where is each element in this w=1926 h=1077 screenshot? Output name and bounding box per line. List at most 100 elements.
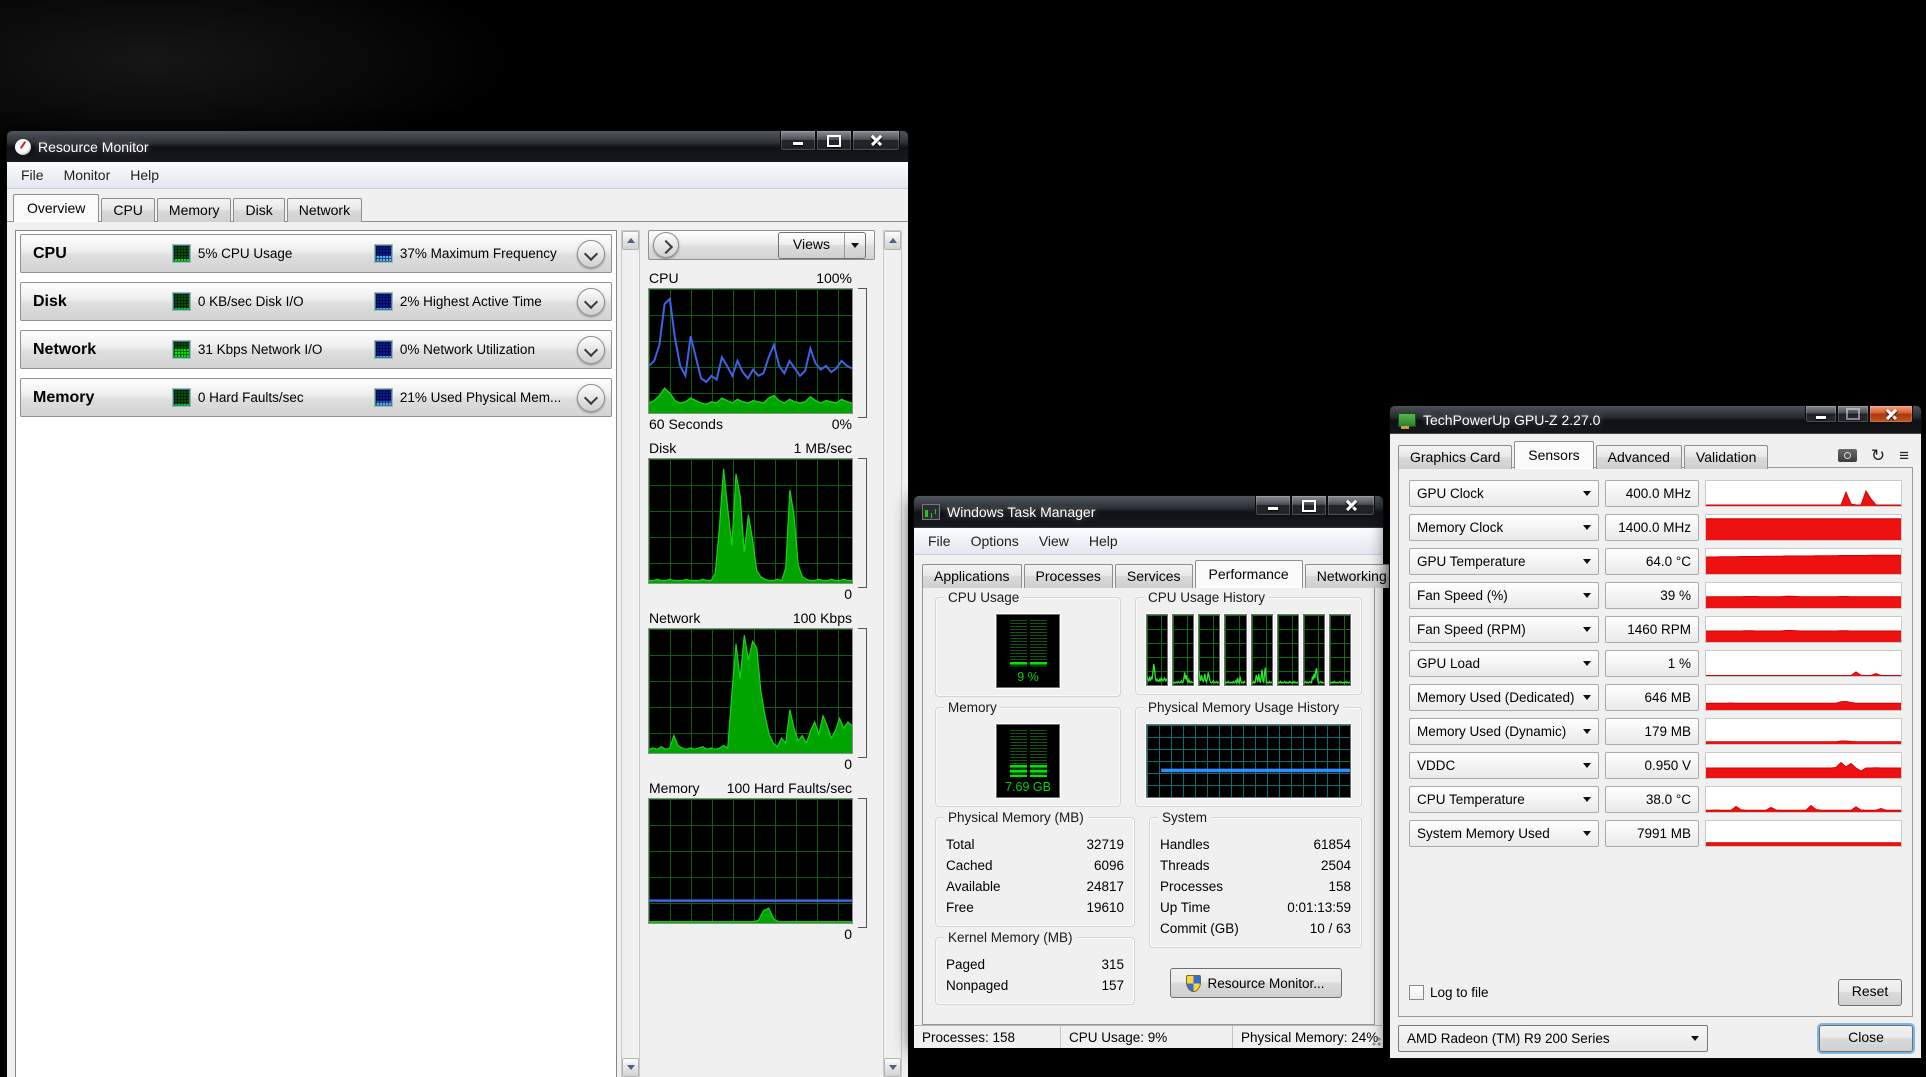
tm-maximize-button[interactable] (1291, 496, 1327, 516)
rm-tabstrip: Overview CPU Memory Disk Network (7, 189, 908, 222)
rm-network-graph-scale-bottom: 0 (844, 756, 852, 772)
rm-left-scroll-down-button[interactable] (622, 1058, 639, 1077)
dropdown-arrow-icon (851, 243, 859, 248)
rm-tab-disk[interactable]: Disk (233, 198, 284, 222)
tm-close-button[interactable] (1327, 496, 1375, 516)
gz-sensor-select[interactable]: CPU Temperature (1409, 786, 1599, 813)
gz-close-window-button[interactable]: Close (1819, 1025, 1913, 1052)
gz-log-to-file[interactable]: Log to file (1409, 985, 1489, 1000)
gz-sensor-select[interactable]: GPU Clock (1409, 480, 1599, 507)
gz-sensor-select[interactable]: Memory Used (Dedicated) (1409, 684, 1599, 711)
rm-row-memory-expand-button[interactable] (577, 384, 605, 412)
gz-sensor-select[interactable]: Memory Used (Dynamic) (1409, 718, 1599, 745)
rm-menu-help[interactable]: Help (122, 165, 167, 185)
rm-tab-cpu[interactable]: CPU (101, 198, 155, 222)
dropdown-arrow-icon (1691, 1036, 1699, 1041)
tm-tab-services[interactable]: Services (1115, 564, 1193, 588)
rm-left-scrollbar[interactable] (621, 230, 640, 1077)
rm-close-button[interactable] (852, 131, 900, 151)
rm-menu-file[interactable]: File (13, 165, 52, 185)
gz-sensor-select[interactable]: Memory Clock (1409, 514, 1599, 541)
stat-value: 158 (1328, 876, 1351, 897)
gz-titlebar[interactable]: TechPowerUp GPU-Z 2.27.0 (1390, 406, 1921, 433)
rm-row-cpu-expand-button[interactable] (577, 240, 605, 268)
gz-tab-graphics-card[interactable]: Graphics Card (1398, 445, 1512, 469)
tm-menu-options[interactable]: Options (963, 531, 1027, 551)
tm-tab-networking[interactable]: Networking (1305, 564, 1399, 588)
tm-minimize-button[interactable] (1255, 496, 1291, 516)
tm-physical-memory-label: Physical Memory (MB) (944, 810, 1088, 825)
refresh-icon[interactable]: ↻ (1871, 447, 1885, 464)
tm-menu-help[interactable]: Help (1081, 531, 1126, 551)
tm-cpu-usage-gauge: 9 % (996, 614, 1060, 688)
tm-memory-row: Memory 7.69 GB Physical Memory Usage His… (935, 707, 1362, 807)
gz-minimize-button[interactable] (1805, 406, 1837, 423)
rm-minimize-button[interactable] (780, 131, 816, 151)
rm-row-disk[interactable]: Disk 0 KB/sec Disk I/O 2% Highest Active… (20, 282, 612, 321)
gz-sensor-select[interactable]: System Memory Used (1409, 820, 1599, 847)
menu-icon[interactable]: ≡ (1899, 447, 1909, 464)
gz-sensor-select[interactable]: GPU Temperature (1409, 548, 1599, 575)
dropdown-arrow-icon (1583, 763, 1591, 768)
gz-sensor-value: 179 MB (1605, 718, 1699, 745)
tm-menu-file[interactable]: File (920, 531, 959, 551)
rm-maximize-button[interactable] (816, 131, 852, 151)
gz-sensor-select[interactable]: GPU Load (1409, 650, 1599, 677)
rm-right-scroll-up-button[interactable] (884, 231, 901, 250)
rm-row-disk-expand-button[interactable] (577, 288, 605, 316)
rm-tab-network[interactable]: Network (287, 198, 362, 222)
gz-tab-advanced[interactable]: Advanced (1596, 445, 1682, 469)
log-to-file-checkbox[interactable] (1409, 985, 1424, 1000)
rm-menu-monitor[interactable]: Monitor (56, 165, 119, 185)
rm-row-memory[interactable]: Memory 0 Hard Faults/sec 21% Used Physic… (20, 378, 612, 417)
gz-sensor-row-gpu-clock: GPU Clock 400.0 MHz (1409, 480, 1902, 507)
stat-value: 61854 (1313, 834, 1351, 855)
gz-sensor-select[interactable]: VDDC (1409, 752, 1599, 779)
gz-close-button[interactable] (1869, 406, 1913, 423)
tm-tab-applications[interactable]: Applications (922, 564, 1022, 588)
gz-tab-sensors[interactable]: Sensors (1514, 441, 1593, 469)
rm-right-scrollbar[interactable] (883, 230, 902, 1077)
rm-left-scroll-up-button[interactable] (622, 231, 639, 250)
gz-sensor-value: 38.0 °C (1605, 786, 1699, 813)
rm-row-network-expand-button[interactable] (577, 336, 605, 364)
rm-row-cpu-label: CPU (33, 245, 173, 263)
rm-title: Resource Monitor (38, 139, 149, 155)
rm-views-dropdown-arrow[interactable] (844, 233, 865, 258)
gz-sensor-select[interactable]: Fan Speed (RPM) (1409, 616, 1599, 643)
tm-tab-performance[interactable]: Performance (1195, 560, 1303, 588)
stat-label: Available (946, 876, 1001, 897)
rm-collapse-graphs-button[interactable] (653, 232, 679, 258)
gz-device-name: AMD Radeon (TM) R9 200 Series (1407, 1031, 1610, 1046)
gz-device-dropdown[interactable]: AMD Radeon (TM) R9 200 Series (1398, 1025, 1708, 1052)
tm-cpu-history-graphs (1146, 614, 1351, 686)
tm-resource-monitor-button[interactable]: Resource Monitor... (1170, 968, 1342, 998)
gz-sensor-select[interactable]: Fan Speed (%) (1409, 582, 1599, 609)
rm-graphs-panel: Views CPU 100% 60 Seconds 0% (644, 230, 879, 1077)
rm-titlebar[interactable]: Resource Monitor (7, 131, 908, 162)
tm-physical-memory-group: Physical Memory (MB) Total32719 Cached60… (935, 817, 1135, 927)
tm-system-label: System (1158, 810, 1211, 825)
stat-label: Cached (946, 855, 993, 876)
tm-tab-processes[interactable]: Processes (1024, 564, 1113, 588)
rm-tab-overview[interactable]: Overview (13, 194, 99, 222)
rm-tab-memory[interactable]: Memory (157, 198, 232, 222)
rm-views-button[interactable]: Views (778, 232, 866, 259)
gz-title: TechPowerUp GPU-Z 2.27.0 (1423, 412, 1600, 428)
tm-title: Windows Task Manager (947, 504, 1095, 520)
stat-value: 24817 (1086, 876, 1124, 897)
tm-cpu-core-graph (1277, 614, 1299, 686)
tm-titlebar[interactable]: Windows Task Manager (914, 496, 1383, 527)
gz-reset-button[interactable]: Reset (1838, 979, 1902, 1006)
rm-right-scroll-down-button[interactable] (884, 1058, 901, 1077)
resize-grip[interactable] (1369, 1034, 1381, 1046)
gz-sensor-row-vddc: VDDC 0.950 V (1409, 752, 1902, 779)
rm-cpu-graph-timespan: 60 Seconds (649, 416, 723, 432)
rm-caption-buttons (780, 131, 900, 151)
gz-tab-validation[interactable]: Validation (1684, 445, 1768, 469)
screenshot-camera-icon[interactable] (1838, 449, 1857, 462)
gz-maximize-button[interactable] (1837, 406, 1869, 423)
tm-menu-view[interactable]: View (1031, 531, 1077, 551)
rm-row-cpu[interactable]: CPU 5% CPU Usage 37% Maximum Frequency (20, 234, 612, 273)
rm-row-network[interactable]: Network 31 Kbps Network I/O 0% Network U… (20, 330, 612, 369)
